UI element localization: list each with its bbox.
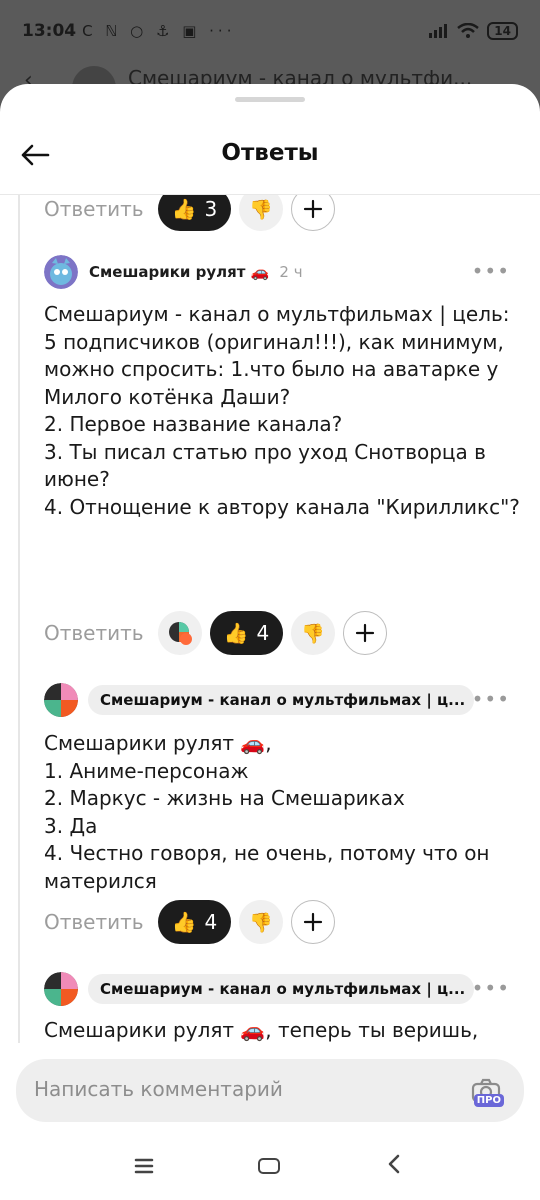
plus-icon [356, 623, 375, 643]
comment-text: Смешарики рулят 🚗, теперь ты веришь, что… [44, 1018, 479, 1042]
comment-time: 2 ч [279, 263, 303, 281]
thread-line [18, 195, 20, 1043]
author-reaction-avatar [157, 611, 202, 655]
avatar[interactable] [44, 683, 78, 717]
thumbs-up-icon: 👍 [171, 197, 197, 221]
dislike-button[interactable]: 👎 [291, 611, 336, 655]
comment-author[interactable]: Смешарики рулят 🚗 [89, 263, 269, 281]
comment-actions: Ответить 👍 4 👎 [44, 900, 336, 944]
comment-author[interactable]: Смешариум - канал о мультфильмах | ц... [88, 685, 474, 715]
comment-header: Смешариум - канал о мультфильмах | ц... … [44, 972, 510, 1006]
plus-icon [304, 199, 323, 219]
wifi-icon [457, 23, 480, 38]
comment-text: Смешариум - канал о мультфильмах | цель:… [44, 302, 520, 519]
comment-actions: Ответить 👍 4 👎 [44, 611, 388, 655]
comment-composer: ПРО [16, 1059, 524, 1122]
dislike-button[interactable]: 👎 [239, 900, 284, 944]
avatar[interactable] [44, 972, 78, 1006]
reply-button[interactable]: Ответить [44, 910, 144, 934]
comment-header: Смешариум - канал о мультфильмах | ц... … [44, 683, 510, 717]
battery-icon: 14 [487, 22, 518, 40]
sheet-title: Ответы [221, 140, 319, 166]
like-button[interactable]: 👍 4 [209, 611, 284, 655]
parent-comment-actions: Ответить 👍 3 👎 [44, 195, 336, 231]
add-reaction-button[interactable] [291, 195, 336, 231]
reply-button[interactable]: Ответить [44, 197, 144, 221]
reply-button[interactable]: Ответить [44, 621, 144, 645]
sheet-drag-handle[interactable] [235, 97, 305, 102]
thumbs-down-icon: 👎 [249, 911, 274, 934]
replies-sheet: Ответы Ответить 👍 3 👎 Смешарики рулят 🚗 … [0, 84, 540, 1200]
pro-badge: ПРО [473, 1094, 504, 1107]
signal-icon [429, 24, 448, 38]
more-options-icon[interactable]: ••• [472, 976, 510, 1000]
comment-text: Смешарики рулят 🚗, 1. Аниме-персонаж 2. … [44, 731, 490, 893]
like-count: 4 [256, 621, 270, 645]
menu-icon[interactable] [134, 1158, 154, 1174]
home-icon[interactable] [258, 1158, 280, 1174]
comment-input[interactable] [34, 1077, 454, 1101]
thumbs-up-icon: 👍 [171, 910, 197, 934]
thumbs-down-icon: 👎 [249, 198, 274, 221]
dislike-button[interactable]: 👎 [239, 195, 284, 231]
plus-icon [304, 912, 323, 932]
thumbs-down-icon: 👎 [301, 622, 326, 645]
add-reaction-button[interactable] [343, 611, 388, 655]
status-right: 14 [429, 22, 518, 40]
comment-author[interactable]: Смешариум - канал о мультфильмах | ц... [88, 974, 474, 1004]
more-options-icon[interactable]: ••• [472, 687, 510, 711]
replies-list[interactable]: Ответить 👍 3 👎 Смешарики рулят 🚗 2 ч •••… [0, 195, 540, 1043]
thumbs-up-icon: 👍 [223, 621, 249, 645]
like-button[interactable]: 👍 4 [157, 900, 232, 944]
like-button[interactable]: 👍 3 [157, 195, 232, 231]
sheet-header: Ответы [0, 124, 540, 194]
comment-header: Смешарики рулят 🚗 2 ч ••• [44, 255, 510, 289]
system-navigation-bar [0, 1136, 540, 1200]
like-count: 4 [204, 910, 218, 934]
back-icon[interactable] [387, 1154, 401, 1174]
like-count: 3 [204, 197, 218, 221]
avatar[interactable] [44, 255, 78, 289]
add-reaction-button[interactable] [291, 900, 336, 944]
status-time: 13:04 [22, 21, 77, 41]
status-bar: 13:04 C ℕ ○ ⚓ ▣ ··· 14 [0, 0, 540, 62]
notification-icons: C ℕ ○ ⚓ ▣ ··· [82, 22, 236, 40]
more-options-icon[interactable]: ••• [472, 259, 510, 283]
